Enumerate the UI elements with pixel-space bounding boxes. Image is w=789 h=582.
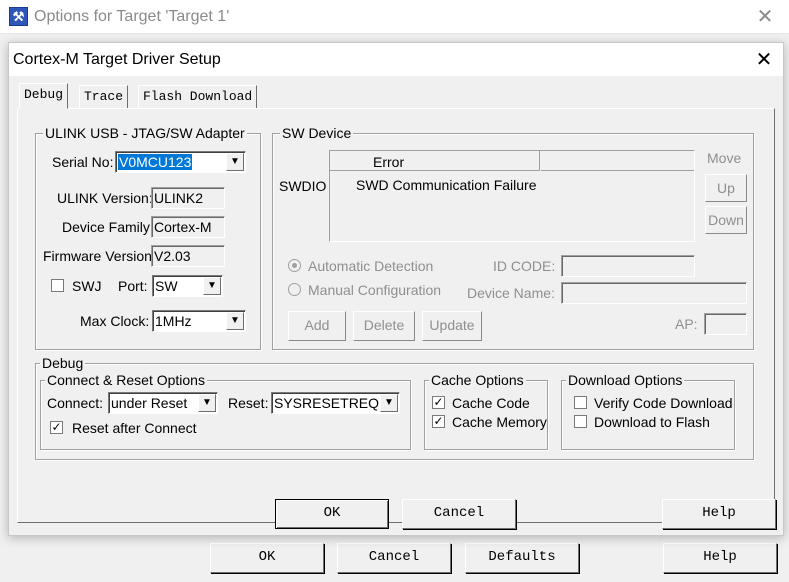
dialog-help-button[interactable]: Help — [662, 499, 776, 529]
device-name-label: Device Name: — [467, 285, 555, 301]
dialog-title-bar: Cortex-M Target Driver Setup ✕ — [9, 43, 783, 76]
cortex-m-target-driver-setup-dialog: Cortex-M Target Driver Setup ✕ Debug Tra… — [8, 42, 784, 536]
column-header-error[interactable]: Error — [330, 151, 540, 171]
debug-group: Debug Connect & Reset Options Connect: u… — [35, 355, 754, 460]
serial-combo[interactable]: V0MCU123 ▼ — [115, 151, 246, 173]
firmware-version-label: Firmware Version: — [43, 248, 156, 264]
dialog-close-icon[interactable]: ✕ — [751, 47, 777, 73]
connect-label: Connect: — [47, 395, 104, 411]
manual-config-radio[interactable] — [288, 283, 301, 296]
download-options-group-title: Download Options — [566, 372, 685, 388]
sw-device-group-title: SW Device — [280, 125, 354, 141]
manual-config-label: Manual Configuration — [308, 282, 442, 298]
device-family-label: Device Family: — [62, 219, 154, 235]
firmware-version-value: V2.03 — [151, 245, 225, 267]
cache-options-group: Cache Options ✓ Cache Code ✓ Cache Memor… — [424, 372, 548, 450]
swj-label: SWJ — [72, 278, 102, 294]
port-label: Port: — [118, 278, 148, 294]
keil-app-icon: ⚒ — [9, 7, 28, 26]
debug-group-title: Debug — [40, 355, 86, 371]
column-header-blank[interactable] — [541, 151, 694, 171]
adapter-group-title: ULINK USB - JTAG/SW Adapter — [43, 125, 247, 141]
serial-value: V0MCU123 — [118, 154, 193, 170]
id-code-field[interactable] — [561, 255, 695, 277]
cache-code-checkbox[interactable]: ✓ — [432, 396, 445, 409]
reset-combo[interactable]: SYSRESETREQ ▼ — [271, 392, 400, 414]
chevron-down-icon[interactable]: ▼ — [198, 394, 216, 412]
chevron-down-icon[interactable]: ▼ — [203, 277, 221, 295]
back-defaults-button[interactable]: Defaults — [465, 543, 579, 573]
cache-memory-checkbox[interactable]: ✓ — [432, 415, 445, 428]
back-cancel-button[interactable]: Cancel — [337, 543, 451, 573]
reset-label: Reset: — [228, 395, 269, 411]
max-clock-value: 1MHz — [155, 313, 192, 329]
chevron-down-icon[interactable]: ▼ — [226, 153, 244, 171]
connect-reset-group: Connect & Reset Options Connect: under R… — [40, 372, 411, 450]
tab-debug[interactable]: Debug — [19, 83, 69, 109]
tab-trace[interactable]: Trace — [79, 85, 129, 109]
serial-label: Serial No: — [52, 154, 114, 170]
ulink-version-label: ULINK Version: — [57, 190, 153, 206]
device-family-value: Cortex-M — [151, 216, 225, 238]
port-combo[interactable]: SW ▼ — [152, 275, 223, 297]
debug-tab-panel: ULINK USB - JTAG/SW Adapter Serial No: V… — [17, 108, 775, 523]
dialog-title: Cortex-M Target Driver Setup — [13, 51, 221, 68]
add-button[interactable]: Add — [288, 311, 346, 341]
ap-label: AP: — [675, 316, 698, 332]
cache-code-label: Cache Code — [452, 395, 530, 411]
swdio-label: SWDIO — [279, 178, 327, 194]
dialog-ok-button[interactable]: OK — [275, 499, 389, 529]
ulink-version-value: ULINK2 — [151, 187, 225, 209]
download-to-flash-label: Download to Flash — [594, 414, 710, 430]
id-code-label: ID CODE: — [493, 258, 556, 274]
sw-device-group: SW Device SWDIO Error SWD Communication … — [272, 125, 754, 350]
back-help-button[interactable]: Help — [663, 543, 777, 573]
back-window-title: Options for Target 'Target 1' — [34, 8, 230, 25]
chevron-down-icon[interactable]: ▼ — [380, 394, 398, 412]
verify-code-download-checkbox[interactable] — [574, 396, 587, 409]
move-label: Move — [707, 150, 742, 166]
reset-value: SYSRESETREQ — [274, 395, 380, 411]
move-down-button[interactable]: Down — [705, 206, 747, 234]
auto-detection-radio[interactable] — [288, 259, 301, 272]
delete-button[interactable]: Delete — [353, 311, 415, 341]
reset-after-connect-checkbox[interactable]: ✓ — [50, 421, 63, 434]
back-close-icon[interactable]: ✕ — [752, 4, 778, 30]
max-clock-label: Max Clock: — [80, 313, 150, 329]
download-options-group: Download Options Verify Code Download Do… — [561, 372, 735, 450]
swj-checkbox[interactable] — [51, 279, 64, 292]
back-ok-button[interactable]: OK — [210, 543, 324, 573]
device-name-field[interactable] — [561, 282, 747, 304]
cache-memory-label: Cache Memory — [452, 414, 547, 430]
error-text: SWD Communication Failure — [356, 177, 537, 193]
chevron-down-icon[interactable]: ▼ — [226, 312, 244, 330]
column-error-label: Error — [373, 154, 405, 170]
adapter-group: ULINK USB - JTAG/SW Adapter Serial No: V… — [35, 125, 261, 350]
tab-flash-download[interactable]: Flash Download — [138, 85, 258, 109]
dialog-cancel-button[interactable]: Cancel — [402, 499, 516, 529]
sw-device-list[interactable]: Error SWD Communication Failure — [329, 150, 695, 242]
download-to-flash-checkbox[interactable] — [574, 415, 587, 428]
max-clock-combo[interactable]: 1MHz ▼ — [152, 310, 246, 332]
update-button[interactable]: Update — [422, 311, 482, 341]
reset-after-connect-label: Reset after Connect — [72, 420, 197, 436]
ap-field[interactable] — [704, 313, 747, 335]
connect-value: under Reset — [111, 395, 188, 411]
move-up-button[interactable]: Up — [705, 174, 747, 202]
auto-detection-label: Automatic Detection — [308, 258, 434, 274]
verify-code-download-label: Verify Code Download — [594, 395, 733, 411]
back-title-bar: ⚒ Options for Target 'Target 1' ✕ — [0, 0, 789, 34]
connect-combo[interactable]: under Reset ▼ — [108, 392, 218, 414]
port-value: SW — [155, 278, 178, 294]
connect-reset-group-title: Connect & Reset Options — [45, 372, 207, 388]
cache-options-group-title: Cache Options — [429, 372, 526, 388]
